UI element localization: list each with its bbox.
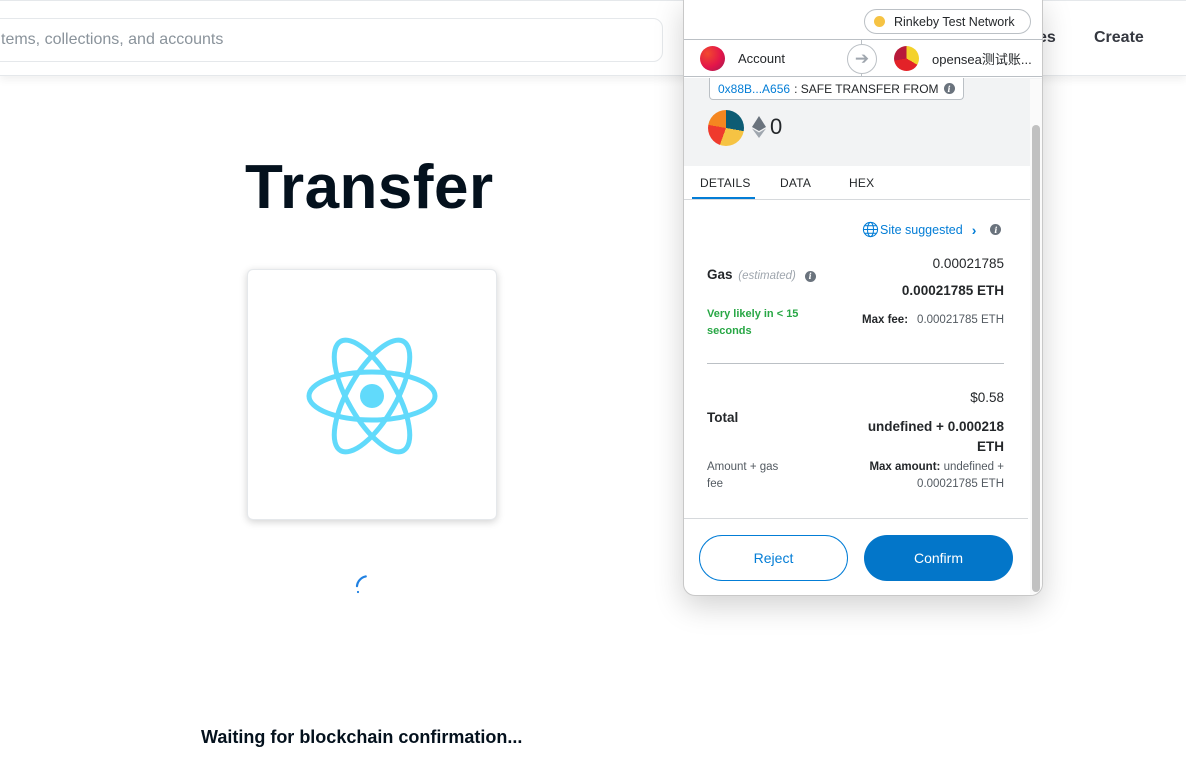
max-fee: Max fee: 0.00021785 ETH <box>862 314 1004 326</box>
total-label: Total <box>707 410 739 425</box>
amount-value: 0 <box>770 114 783 139</box>
network-status-icon <box>874 16 885 27</box>
accounts-row: Account ➔ opensea测试账... <box>684 39 1042 77</box>
globe-icon <box>862 221 879 238</box>
info-icon[interactable]: i <box>804 270 816 282</box>
arrow-right-icon: ➔ <box>847 44 877 74</box>
from-account-label: Account <box>738 51 785 66</box>
loading-spinner-icon <box>355 575 374 594</box>
gas-label: Gas (estimated) i <box>707 267 816 282</box>
tab-details[interactable]: DETAILS <box>700 176 751 190</box>
gas-title: Gas <box>707 267 733 282</box>
from-avatar <box>700 46 725 71</box>
total-value: undefined + 0.000218 ETH <box>867 419 1004 454</box>
chevron-right-icon: › <box>971 221 977 238</box>
divider <box>707 363 1004 364</box>
site-suggested-label: Site suggested <box>880 222 963 237</box>
gas-time-estimate: Very likely in < 15 seconds <box>707 308 799 337</box>
site-suggested-link[interactable]: Site suggested › i <box>862 221 1002 238</box>
ethereum-icon <box>752 116 766 138</box>
reject-button[interactable]: Reject <box>699 535 848 581</box>
tab-data[interactable]: DATA <box>780 176 811 190</box>
info-icon[interactable]: i <box>990 224 1002 235</box>
tab-hex[interactable]: HEX <box>849 176 874 190</box>
method-tag: 0x88B...A656 : SAFE TRANSFER FROM i <box>709 78 964 100</box>
to-account-label: opensea测试账... <box>932 52 1032 67</box>
from-account[interactable]: Account <box>700 46 785 71</box>
scrollbar-thumb[interactable] <box>1032 125 1040 592</box>
network-selector[interactable]: Rinkeby Test Network <box>864 9 1031 34</box>
to-avatar <box>894 46 919 71</box>
gas-fee: 0.00021785 <box>932 256 1004 271</box>
footer-divider <box>684 518 1028 519</box>
max-fee-label: Max fee: <box>862 314 909 326</box>
network-row: Rinkeby Test Network <box>684 0 1042 39</box>
contract-address-link[interactable]: 0x88B...A656 <box>718 82 790 96</box>
to-account[interactable]: opensea测试账... <box>894 46 1032 71</box>
gas-fee-eth: 0.00021785 ETH <box>901 283 1004 298</box>
confirm-button[interactable]: Confirm <box>864 535 1013 581</box>
max-amount: Max amount: undefined + 0.00021785 ETH <box>844 459 1004 493</box>
amount-gas-label: Amount + gas fee <box>707 461 779 490</box>
nft-image-card <box>247 269 497 520</box>
nav-create-link[interactable]: Create <box>1094 29 1144 47</box>
status-text: Waiting for blockchain confirmation... <box>201 727 523 747</box>
network-name: Rinkeby Test Network <box>894 14 1015 29</box>
method-name: : SAFE TRANSFER FROM <box>794 81 939 96</box>
metamask-popup: Rinkeby Test Network Account ➔ opensea测试… <box>683 0 1043 596</box>
info-icon[interactable]: i <box>943 83 955 94</box>
max-amount-label: Max amount: <box>869 461 941 473</box>
token-avatar <box>708 110 744 146</box>
react-logo-icon <box>306 337 438 455</box>
max-fee-value: 0.00021785 ETH <box>917 314 1004 326</box>
page-title: Transfer <box>245 153 494 222</box>
active-tab-indicator <box>692 197 755 199</box>
details-tabs: DETAILS DATA HEX <box>684 166 1042 200</box>
gas-estimated-label: (estimated) <box>738 270 796 282</box>
transaction-summary: 0x88B...A656 : SAFE TRANSFER FROM i 0 <box>684 78 1042 166</box>
search-placeholder: tems, collections, and accounts <box>1 31 224 48</box>
total-usd: $0.58 <box>970 390 1004 405</box>
search-input[interactable]: tems, collections, and accounts <box>0 18 663 62</box>
page: tems, collections, and accounts es Creat… <box>0 0 1186 771</box>
